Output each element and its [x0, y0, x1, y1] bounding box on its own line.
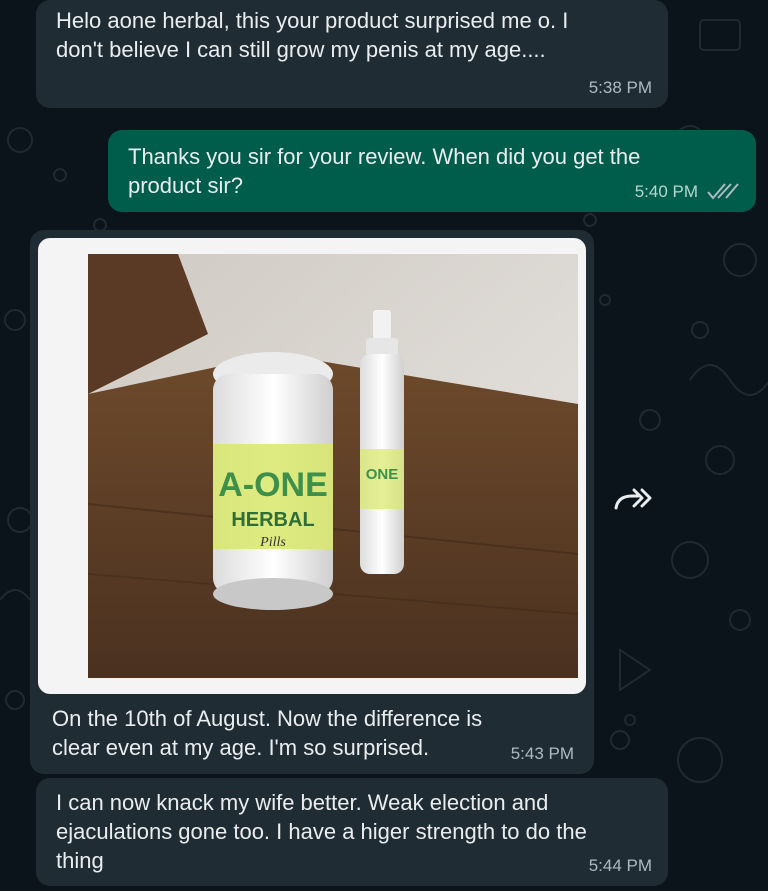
product-photo: A-ONE HERBAL Pills ONE [88, 254, 578, 678]
message-text: I can now knack my wife better. Weak ele… [56, 790, 587, 873]
jar-label-pills: Pills [259, 535, 286, 550]
photo-attachment[interactable]: A-ONE HERBAL Pills ONE [38, 238, 586, 694]
message-time: 5:40 PM [634, 182, 698, 201]
message-time: 5:44 PM [588, 856, 652, 875]
message-bubble-incoming[interactable]: I can now knack my wife better. Weak ele… [36, 778, 668, 886]
message-text: Helo aone herbal, this your product surp… [56, 8, 569, 62]
message-text: Thanks you sir for your review. When did… [128, 144, 641, 198]
double-check-icon [707, 183, 739, 200]
jar-label-herbal: HERBAL [231, 509, 314, 531]
message-bubble-outgoing[interactable]: Thanks you sir for your review. When did… [108, 130, 756, 212]
message-bubble-incoming[interactable]: Helo aone herbal, this your product surp… [36, 0, 668, 108]
image-caption: On the 10th of August. Now the differenc… [52, 706, 483, 760]
forward-icon[interactable] [612, 484, 652, 514]
jar-label: A-ONE [218, 466, 328, 504]
bottle-label: ONE [366, 466, 399, 483]
message-time: 5:38 PM [588, 78, 652, 97]
